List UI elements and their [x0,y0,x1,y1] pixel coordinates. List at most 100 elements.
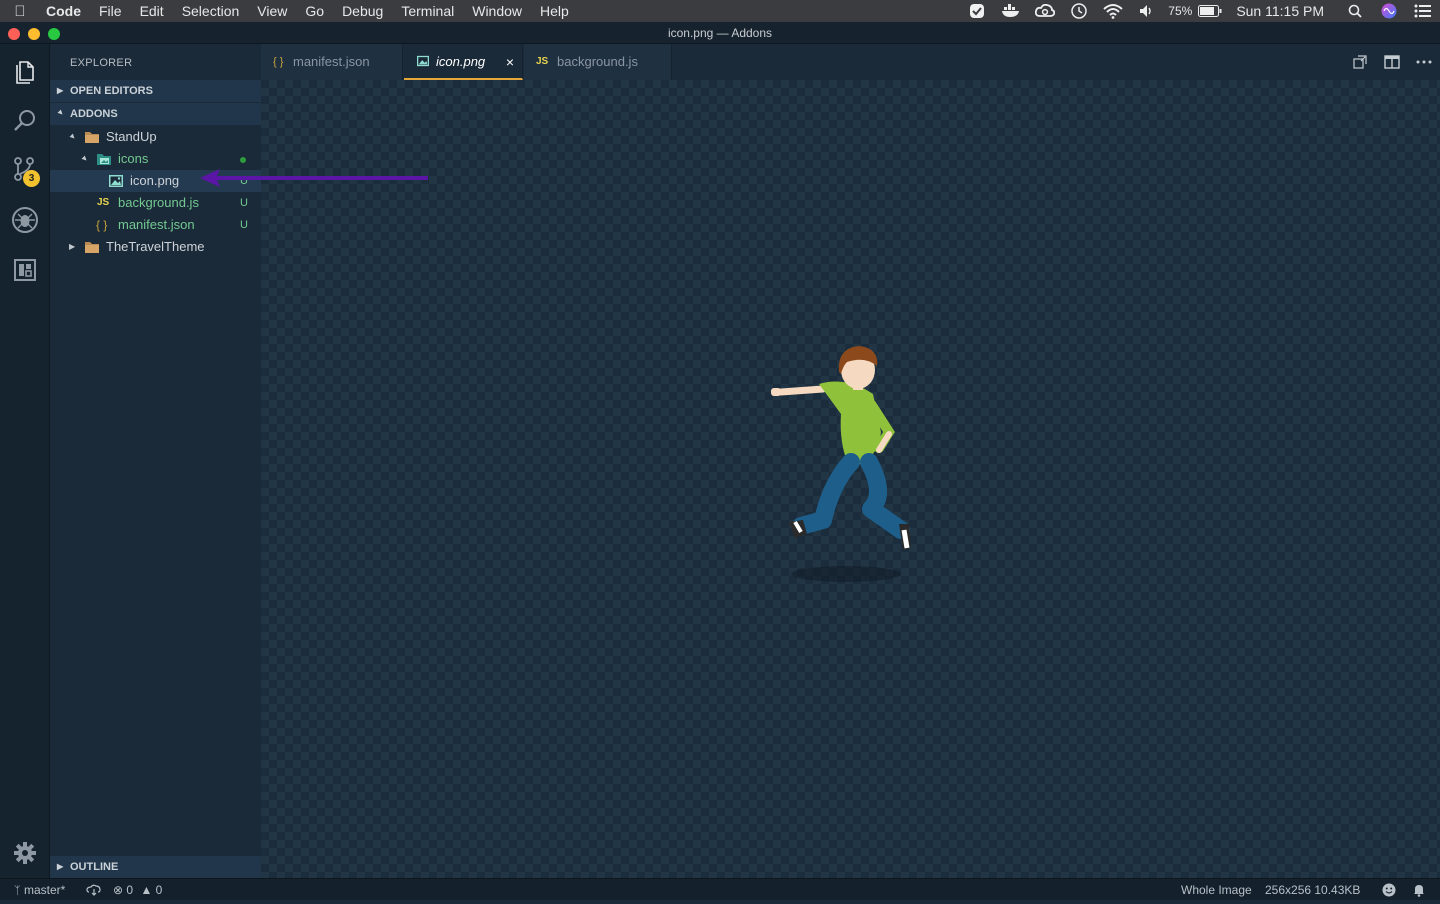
branch-name: master* [23,883,66,897]
files-icon [16,61,34,84]
image-preview-canvas[interactable] [261,80,1440,878]
battery-icon[interactable] [1196,0,1224,22]
extensions-button[interactable] [0,245,50,295]
tree-item-label: manifest.json [118,217,195,232]
sync-button[interactable] [86,879,102,901]
search-icon [14,110,35,131]
debug-button[interactable] [0,195,50,245]
chevron-down-icon: ▼ [78,152,91,165]
outline-section[interactable]: ▶ OUTLINE [50,856,261,878]
tab-background-js[interactable]: JS background.js [524,44,672,80]
close-window-button[interactable] [8,28,20,40]
branch-indicator[interactable]: ᛉ master* [14,879,65,901]
untracked-status: U [240,197,248,209]
problems-indicator[interactable]: ⊗ 0 ▲ 0 [113,879,162,901]
menu-app[interactable]: Code [40,3,90,19]
tree-item-manifest-json[interactable]: { } manifest.json U [50,214,261,236]
menu-file[interactable]: File [90,3,131,19]
notifications-bell-icon[interactable] [1412,879,1426,901]
checkmark-shield-icon[interactable] [960,0,994,22]
menu-window[interactable]: Window [463,3,531,19]
ellipsis-icon [1416,60,1432,64]
menu-terminal[interactable]: Terminal [392,3,463,19]
tab-label: background.js [557,54,638,69]
js-file-icon: JS [536,56,549,67]
window-titlebar: icon.png — Addons [0,22,1440,44]
manage-button[interactable] [0,828,50,878]
tab-label: manifest.json [293,54,370,69]
split-editor-button[interactable] [1376,44,1408,80]
menubar-clock[interactable]: Sun 11:15 PM [1236,3,1324,19]
tree-item-label: icon.png [130,173,180,188]
creative-cloud-icon[interactable] [1028,0,1062,22]
macos-menubar:  Code File Edit Selection View Go Debug… [0,0,1440,22]
image-file-icon [417,55,429,67]
zoom-selector[interactable]: Whole Image [1181,879,1252,901]
sync-icon [86,884,101,896]
error-count: 0 [126,883,134,897]
tree-item-label: background.js [118,195,199,210]
git-branch-icon: ᛉ [14,885,21,897]
gear-icon [14,842,36,864]
notification-center-icon[interactable] [1406,0,1440,22]
spotlight-search-icon[interactable] [1338,0,1372,22]
folder-icon [85,132,99,143]
image-size-info: 256x256 10.43KB [1265,883,1361,897]
explorer-button[interactable] [0,46,50,96]
source-control-button[interactable] [0,144,50,194]
tree-item-label: TheTravelTheme [106,239,205,254]
status-bar: ᛉ master* ⊗ 0 ▲ 0 Whole Image 256x256 10… [0,878,1440,900]
open-changes-icon [1353,55,1367,69]
editor-actions [1344,44,1440,80]
debug-icon [12,207,38,233]
menu-selection[interactable]: Selection [173,3,249,19]
menu-edit[interactable]: Edit [131,3,173,19]
outline-label: OUTLINE [70,861,119,873]
chevron-right-icon: ▶ [57,862,64,871]
workspace-folder-label: ADDONS [70,108,118,120]
close-icon[interactable]: × [506,44,514,80]
tree-item-thetraveltheme[interactable]: ▶ TheTravelTheme [50,236,261,258]
modified-dot [240,157,246,163]
image-file-icon [109,175,123,187]
feedback-icon[interactable] [1382,879,1396,901]
open-editors-label: OPEN EDITORS [70,85,153,97]
json-file-icon: { } [96,218,108,232]
open-editors-section[interactable]: ▶ OPEN EDITORS [50,80,261,102]
search-button[interactable] [0,96,50,146]
activity-bar: 3 [0,44,50,878]
menu-debug[interactable]: Debug [333,3,392,19]
chevron-down-icon: ▼ [66,130,79,143]
warning-count: 0 [155,883,163,897]
workspace-folder-section[interactable]: ▼ ADDONS [50,103,261,125]
apple-icon[interactable]:  [0,3,40,20]
js-file-icon: JS [97,197,110,208]
tree-item-standup[interactable]: ▼ StandUp [50,126,261,148]
menu-go[interactable]: Go [296,3,333,19]
window-title: icon.png — Addons [667,26,773,40]
tree-item-label: icons [118,151,149,166]
time-machine-icon[interactable] [1062,0,1096,22]
open-changes-button[interactable] [1344,44,1376,80]
extensions-icon [14,259,36,281]
wifi-icon[interactable] [1096,0,1130,22]
tab-manifest-json[interactable]: { } manifest.json [261,44,403,80]
chevron-right-icon: ▶ [69,242,76,251]
untracked-status: U [240,219,248,231]
battery-percent: 75% [1168,4,1193,18]
docker-icon[interactable] [994,0,1028,22]
chevron-down-icon: ▼ [54,106,67,119]
menu-help[interactable]: Help [531,3,578,19]
volume-icon[interactable] [1130,0,1164,22]
tab-label: icon.png [436,54,486,69]
zoom-window-button[interactable] [48,28,60,40]
more-actions-button[interactable] [1408,44,1440,80]
menu-view[interactable]: View [248,3,296,19]
folder-icon [85,242,99,253]
annotation-arrow [200,169,428,187]
chevron-right-icon: ▶ [57,86,64,95]
tree-item-background-js[interactable]: JS background.js U [50,192,261,214]
tab-icon-png[interactable]: icon.png × [404,44,523,80]
minimize-window-button[interactable] [28,28,40,40]
siri-icon[interactable] [1372,0,1406,22]
